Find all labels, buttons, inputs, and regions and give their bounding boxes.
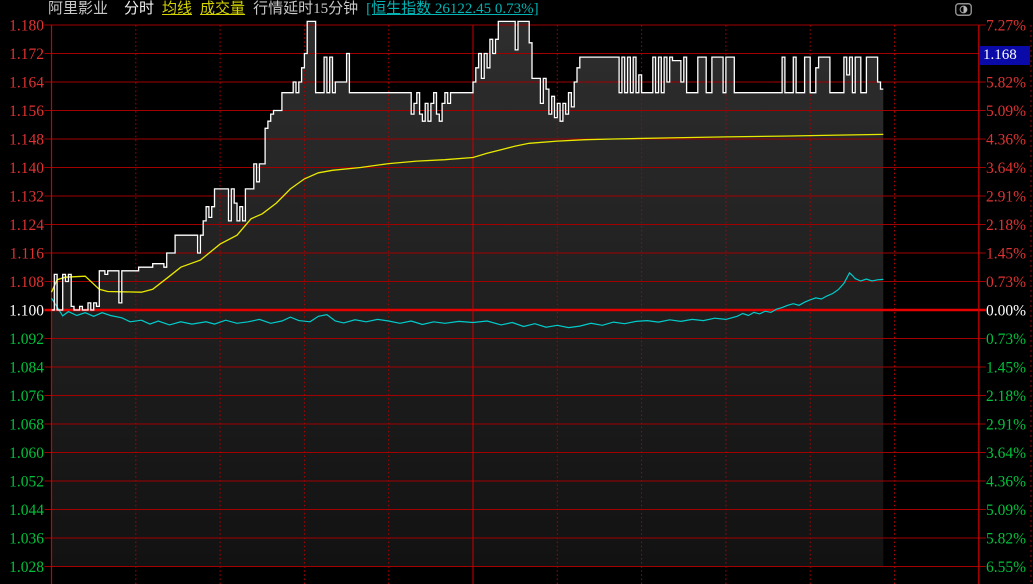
stock-name: 阿里影业 — [48, 1, 108, 18]
price-axis-label: 1.092 — [9, 331, 44, 348]
percent-axis-label: 3.64% — [986, 445, 1026, 462]
price-axis-label: 1.036 — [9, 531, 44, 548]
percent-axis-label: 0.73% — [986, 274, 1026, 291]
chart-header: 阿里影业 分时 均线 成交量 行情延时15分钟 [恒生指数 26122.45 0… — [48, 1, 539, 18]
price-axis-label: 1.044 — [9, 502, 44, 519]
percent-axis-label: 4.36% — [986, 474, 1026, 491]
price-axis-label: 1.148 — [9, 132, 44, 149]
percent-axis-label: 3.64% — [986, 160, 1026, 177]
tab-minute-chart[interactable]: 分时 — [124, 1, 154, 18]
percent-axis-label: 2.18% — [986, 217, 1026, 234]
price-axis-label: 1.116 — [10, 246, 45, 263]
percent-axis-label: 1.45% — [986, 246, 1026, 263]
last-price-badge: 1.168 — [979, 46, 1030, 65]
percent-axis-label: 5.09% — [986, 502, 1026, 519]
price-axis-label: 1.140 — [9, 160, 44, 177]
intraday-chart-window: 阿里影业 分时 均线 成交量 行情延时15分钟 [恒生指数 26122.45 0… — [0, 0, 1033, 584]
price-axis-label: 1.132 — [9, 189, 44, 206]
percent-axis-label: 7.27% — [986, 18, 1026, 35]
price-axis-label: 1.076 — [9, 388, 44, 405]
price-axis-label: 1.156 — [9, 103, 44, 120]
price-axis-label: 1.180 — [9, 18, 44, 35]
percent-axis-label: 4.36% — [986, 132, 1026, 149]
percent-axis-label: 5.09% — [986, 103, 1026, 120]
percent-axis-label: 0.00% — [986, 303, 1026, 320]
tab-moving-average[interactable]: 均线 — [162, 1, 192, 18]
tab-volume[interactable]: 成交量 — [200, 1, 245, 18]
hang-seng-index-link[interactable]: [恒生指数 26122.45 0.73%] — [366, 1, 539, 18]
price-axis-label: 1.028 — [9, 559, 44, 576]
percent-axis-label: 2.91% — [986, 189, 1026, 206]
percent-axis-label: 2.18% — [986, 388, 1026, 405]
price-axis-label: 1.172 — [9, 46, 44, 63]
percent-axis-label: 1.45% — [986, 360, 1026, 377]
price-axis-label: 1.068 — [9, 417, 44, 434]
price-axis-label: 1.060 — [9, 445, 44, 462]
intraday-chart-canvas[interactable]: 1.180 1.172 1.164 1.156 1.148 1.140 1.132 1.124… — [0, 0, 1033, 584]
price-axis-label: 1.108 — [9, 274, 44, 291]
price-axis-label: 1.100 — [9, 303, 44, 320]
split-view-icon[interactable] — [955, 3, 972, 21]
percent-axis-label: 5.82% — [986, 75, 1026, 92]
price-axis-label: 1.124 — [9, 217, 44, 234]
quote-delay-note: 行情延时15分钟 — [253, 1, 358, 18]
percent-axis-label: 6.55% — [986, 559, 1026, 576]
percent-axis-label: 0.73% — [986, 331, 1026, 348]
price-axis-label: 1.164 — [9, 75, 44, 92]
price-area-fill — [52, 21, 884, 566]
percent-axis-label: 2.91% — [986, 417, 1026, 434]
percent-axis-label: 5.82% — [986, 531, 1026, 548]
price-axis-label: 1.052 — [9, 474, 44, 491]
price-axis-label: 1.084 — [9, 360, 44, 377]
